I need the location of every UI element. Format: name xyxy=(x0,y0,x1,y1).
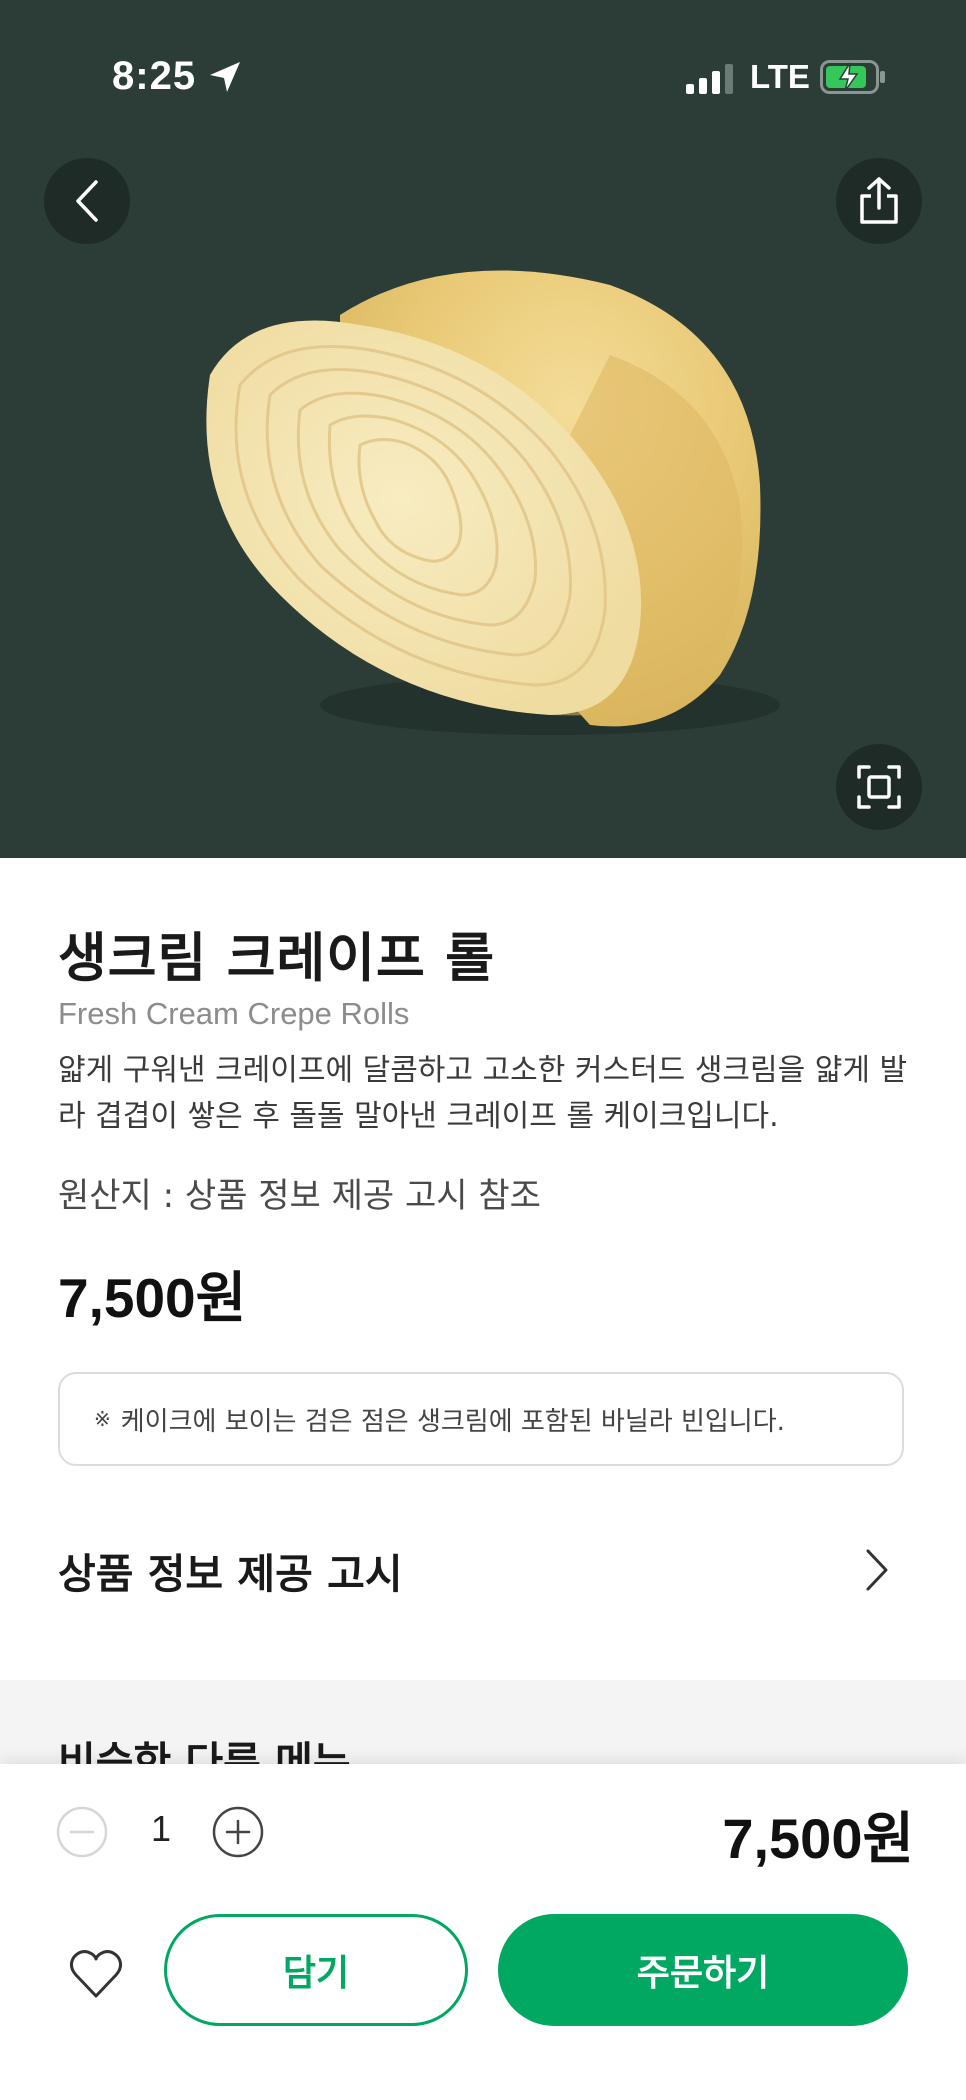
quantity-decrease-button[interactable] xyxy=(56,1806,108,1858)
fullscreen-icon xyxy=(857,765,901,809)
notice-text: 케이크에 보이는 검은 점은 생크림에 포함된 바닐라 빈입니다. xyxy=(120,1406,785,1437)
status-bar: 8:25 LTE xyxy=(0,0,966,160)
product-subtitle: Fresh Cream Crepe Rolls xyxy=(58,996,410,1031)
chevron-left-icon xyxy=(76,180,98,222)
add-to-cart-button[interactable]: 담기 xyxy=(164,1914,468,2026)
battery-charging-icon xyxy=(820,60,885,94)
product-image xyxy=(206,270,780,735)
location-arrow-icon xyxy=(210,62,240,92)
product-info-label: 상품 정보 제공 고시 xyxy=(58,1550,403,1598)
product-title: 생크림 크레이프 롤 xyxy=(58,928,495,989)
similar-menu-section: 비슷한 다른 메뉴 xyxy=(0,1680,966,1770)
order-bar: 1 7,500원 담기 주문하기 xyxy=(0,1764,966,2100)
quantity-value: 1 xyxy=(150,1808,172,1849)
network-label: LTE xyxy=(750,58,810,95)
share-icon xyxy=(860,177,898,224)
fullscreen-button[interactable] xyxy=(836,744,922,830)
chevron-right-icon xyxy=(866,1549,888,1591)
reference-mark: ※ xyxy=(94,1407,111,1431)
share-button[interactable] xyxy=(836,158,922,244)
product-price: 7,500원 xyxy=(58,1267,247,1329)
notice-box: ※ 케이크에 보이는 검은 점은 생크림에 포함된 바닐라 빈입니다. xyxy=(58,1372,904,1466)
order-button[interactable]: 주문하기 xyxy=(498,1914,908,2026)
status-time: 8:25 xyxy=(112,54,197,98)
product-description: 얇게 구워낸 크레이프에 달콤하고 고소한 커스터드 생크림을 얇게 발라 겹겹… xyxy=(58,1053,908,1134)
product-origin: 원산지 : 상품 정보 제공 고시 참조 xyxy=(58,1176,541,1216)
product-hero: 8:25 LTE xyxy=(0,0,966,858)
favorite-button[interactable] xyxy=(68,1948,124,2000)
cellular-signal-icon xyxy=(686,64,733,94)
product-info-link[interactable]: 상품 정보 제공 고시 xyxy=(58,1530,904,1610)
total-price: 7,500원 xyxy=(722,1807,914,1870)
quantity-increase-button[interactable] xyxy=(212,1806,264,1858)
product-details: 생크림 크레이프 롤 Fresh Cream Crepe Rolls 얇게 구워… xyxy=(0,858,966,1678)
back-button[interactable] xyxy=(44,158,130,244)
